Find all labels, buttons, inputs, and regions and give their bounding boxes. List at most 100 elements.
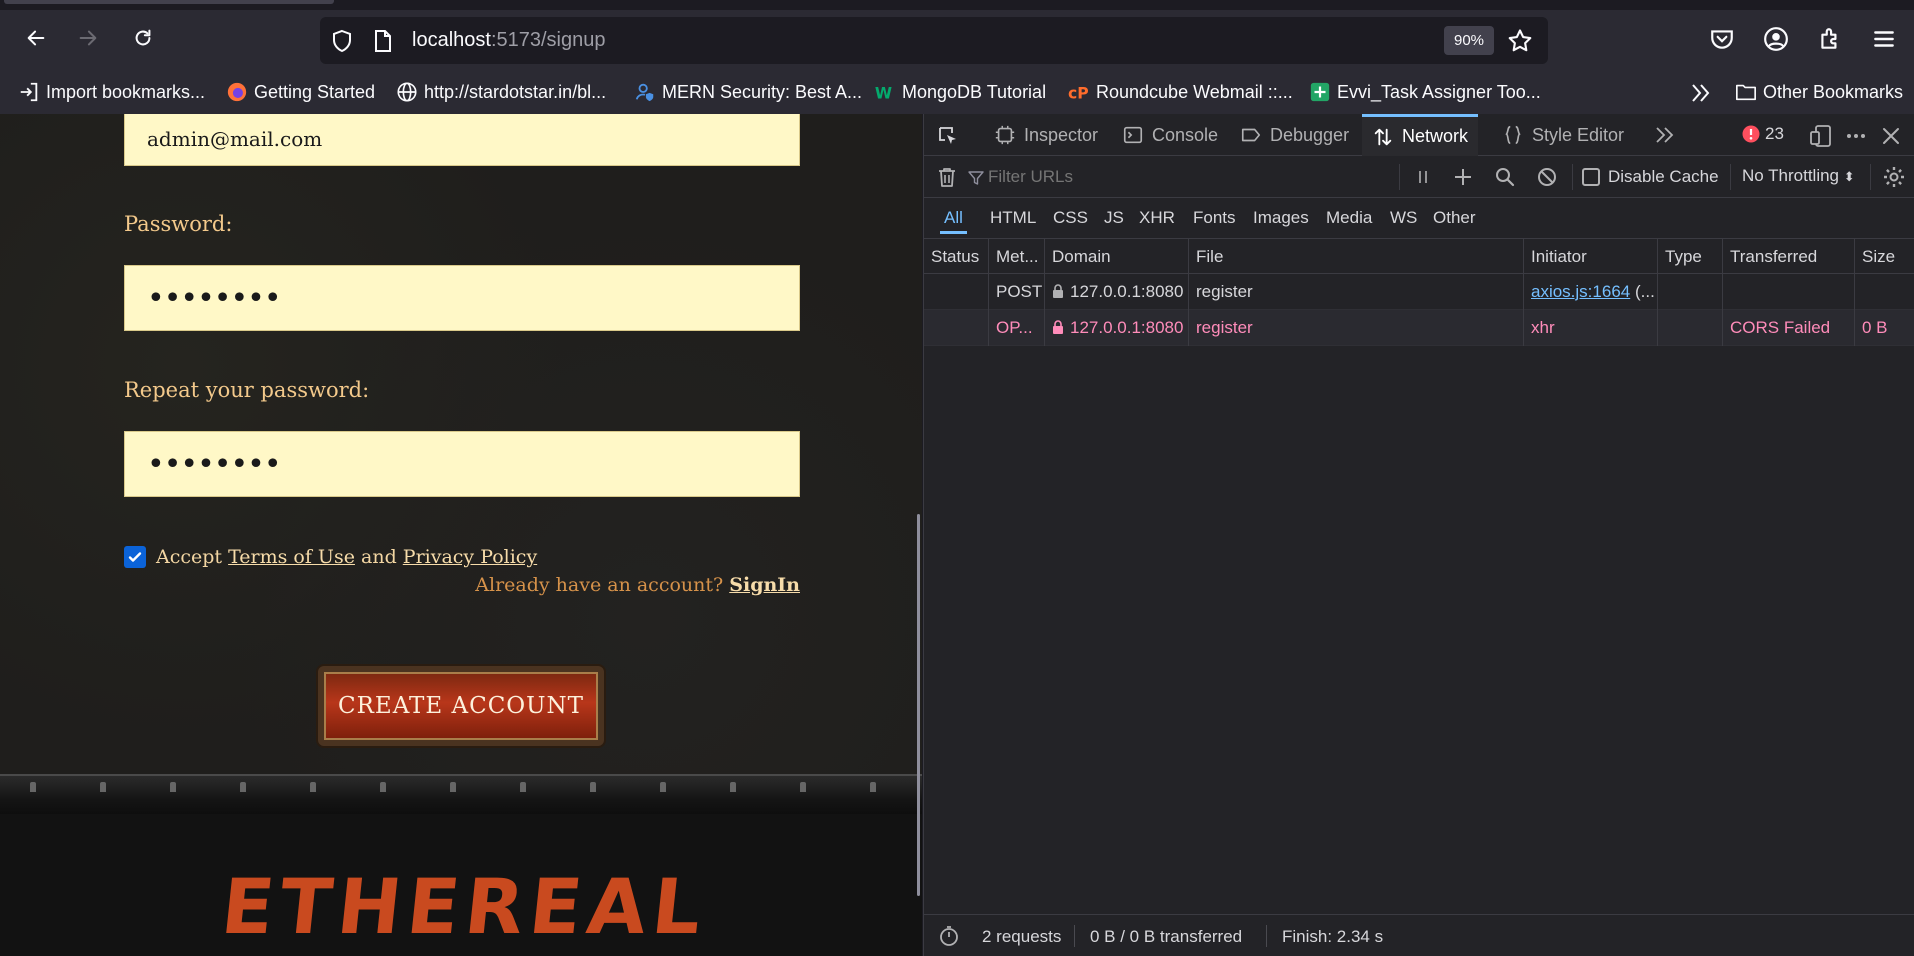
domain-cell: 127.0.0.1:8080 [1045, 310, 1189, 346]
ethereal-logo: ETHEREAL [217, 862, 712, 951]
debugger-icon [1241, 128, 1261, 142]
transferred-cell: CORS Failed [1723, 310, 1855, 346]
active-tab[interactable] [4, 0, 334, 4]
column-header[interactable]: Size [1855, 239, 1914, 275]
tab-debugger[interactable]: Debugger [1232, 114, 1357, 156]
checkmark-icon [128, 552, 142, 562]
lock-icon [1053, 320, 1063, 334]
pause-icon[interactable] [1412, 166, 1434, 188]
filter-media[interactable]: Media [1322, 207, 1376, 231]
column-header[interactable]: Status [924, 239, 989, 275]
reload-button[interactable] [125, 20, 161, 56]
create-account-button[interactable]: CREATE ACCOUNT [318, 666, 604, 746]
privacy-policy-link[interactable]: Privacy Policy [403, 546, 537, 568]
url-text[interactable]: localhost:5173/signup [412, 29, 605, 52]
method-cell: OP... [989, 310, 1045, 346]
terms-of-use-link[interactable]: Terms of Use [228, 546, 355, 568]
throttling-select[interactable]: No Throttling ⬍ [1742, 166, 1855, 186]
bookmark-mongodb[interactable]: W MongoDB Tutorial [874, 80, 1046, 104]
w3schools-icon: W [875, 84, 892, 102]
network-summary-bar: 2 requests 0 B / 0 B transferred Finish:… [924, 914, 1914, 956]
file-cell: register [1189, 274, 1524, 310]
page-icon[interactable] [372, 29, 394, 53]
disable-cache-checkbox[interactable] [1582, 168, 1600, 186]
bookmark-getting-started[interactable]: Getting Started [226, 80, 375, 104]
table-row[interactable]: OP... 127.0.0.1:8080 register xhr CORS F… [924, 310, 1914, 346]
request-count: 2 requests [982, 927, 1062, 946]
filter-js[interactable]: JS [1100, 207, 1128, 231]
shield-icon[interactable] [330, 29, 354, 53]
zoom-level-badge[interactable]: 90% [1444, 26, 1494, 55]
bookmark-import[interactable]: Import bookmarks... [18, 80, 205, 104]
filter-html[interactable]: HTML [986, 207, 1040, 231]
decorative-rail [0, 774, 922, 814]
page-content: admin@mail.com Password: •••••••• Repeat… [0, 114, 922, 956]
bookmark-evvi-task[interactable]: Evvi_Task Assigner Too... [1309, 80, 1541, 104]
filter-other[interactable]: Other [1429, 207, 1480, 231]
repeat-password-field[interactable]: •••••••• [124, 431, 800, 497]
cpanel-icon: cP [1068, 84, 1089, 102]
bookmarks-toolbar: Import bookmarks... Getting Started http… [0, 74, 1914, 110]
column-header[interactable]: Domain [1045, 239, 1189, 275]
braces-icon [1505, 125, 1521, 145]
filter-images[interactable]: Images [1249, 207, 1313, 231]
terms-checkbox[interactable] [124, 546, 146, 568]
column-header[interactable]: Met... [989, 239, 1045, 275]
block-icon[interactable] [1536, 166, 1558, 188]
bookmark-mern-security[interactable]: MERN Security: Best A... [634, 80, 862, 104]
filter-fonts[interactable]: Fonts [1189, 207, 1240, 231]
email-field[interactable]: admin@mail.com [124, 114, 800, 166]
tab-console[interactable]: Console [1114, 114, 1226, 156]
pocket-icon[interactable] [1709, 26, 1735, 52]
table-row[interactable]: POST 127.0.0.1:8080 register axios.js:16… [924, 274, 1914, 310]
column-header[interactable]: Initiator [1524, 239, 1658, 275]
chevron-double-right-icon[interactable] [1689, 82, 1713, 104]
back-button[interactable] [18, 20, 54, 56]
globe-icon [397, 82, 417, 102]
extensions-icon[interactable] [1817, 26, 1843, 52]
import-icon [20, 82, 38, 102]
more-options-icon[interactable] [1844, 124, 1868, 148]
stopwatch-icon[interactable] [938, 925, 960, 947]
column-header[interactable]: Type [1658, 239, 1723, 275]
tab-style-editor[interactable]: Style Editor [1494, 114, 1632, 156]
browser-chrome: localhost:5173/signup 90% Import bookmar… [0, 0, 1914, 114]
element-picker-icon[interactable] [936, 124, 960, 148]
close-icon[interactable] [1880, 125, 1902, 147]
column-header[interactable]: Transferred [1723, 239, 1855, 275]
account-icon[interactable] [1763, 26, 1789, 52]
accept-text: Accept [156, 546, 223, 568]
filter-all[interactable]: All [940, 207, 967, 234]
url-bar[interactable]: localhost:5173/signup 90% [320, 17, 1548, 64]
domain-cell: 127.0.0.1:8080 [1045, 274, 1189, 310]
tab-network[interactable]: Network [1362, 114, 1479, 156]
console-icon [1123, 126, 1143, 144]
column-header[interactable]: File [1189, 239, 1524, 275]
transferred-summary: 0 B / 0 B transferred [1090, 927, 1243, 946]
hamburger-menu-icon[interactable] [1871, 26, 1897, 52]
signin-link[interactable]: SignIn [729, 574, 800, 596]
type-cell [1658, 310, 1723, 346]
filter-css[interactable]: CSS [1049, 207, 1092, 231]
gear-icon[interactable] [1882, 165, 1906, 189]
filter-ws[interactable]: WS [1386, 207, 1421, 231]
trash-icon[interactable] [936, 166, 958, 188]
bookmark-other[interactable]: Other Bookmarks [1735, 80, 1903, 104]
tab-inspector[interactable]: Inspector [986, 114, 1106, 156]
add-icon[interactable] [1452, 166, 1474, 188]
bookmark-stardotstar[interactable]: http://stardotstar.in/bl... [396, 80, 606, 104]
error-count-badge[interactable]: 23 [1742, 124, 1784, 144]
password-field[interactable]: •••••••• [124, 265, 800, 331]
responsive-design-icon[interactable] [1810, 124, 1832, 148]
filter-xhr[interactable]: XHR [1135, 207, 1179, 231]
chevron-double-right-icon[interactable] [1654, 125, 1676, 145]
have-account-text: Already have an account? [475, 574, 724, 596]
bookmark-roundcube[interactable]: cP Roundcube Webmail ::... [1068, 80, 1293, 104]
forward-button[interactable] [70, 20, 106, 56]
page-scrollbar[interactable] [917, 514, 920, 896]
search-icon[interactable] [1494, 166, 1516, 188]
repeat-password-label: Repeat your password: [124, 378, 370, 402]
initiator-link[interactable]: axios.js:1664 [1531, 282, 1630, 301]
filter-urls-input[interactable] [988, 164, 1328, 190]
bookmark-star-icon[interactable] [1506, 27, 1534, 55]
